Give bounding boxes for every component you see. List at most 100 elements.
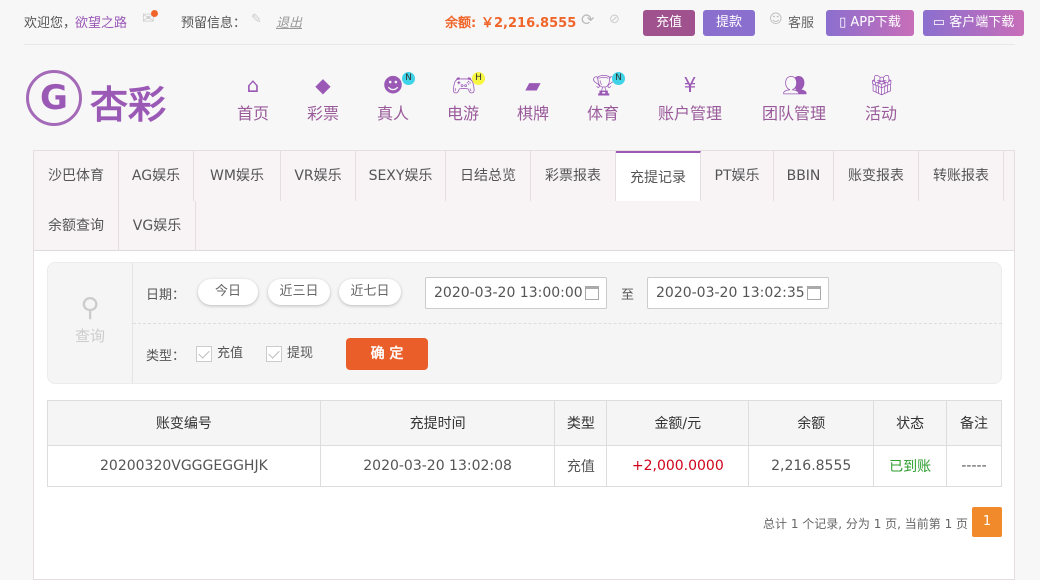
seven-days-button[interactable]: 近七日 [339, 279, 401, 305]
table-row: 20200320VGGGEGGHJK 2020-03-20 13:02:08 充值 +… [47, 445, 1002, 487]
ticket-icon: ◆ [315, 73, 331, 97]
nav-item-7[interactable]: 👥︎ 团队管理 [760, 74, 828, 124]
team-icon: 👥︎ [782, 73, 808, 97]
refresh-icon[interactable]: ⟳ [581, 10, 594, 29]
withdraw-checkbox-label: 提现 [287, 346, 314, 361]
deposit-button[interactable]: 充值 [643, 10, 695, 36]
nav-label: 棋牌 [516, 104, 549, 123]
main-panel: 沙巴体育 AG娱乐 WM娱乐 VR娱乐 SEXY娱乐 日结总览 彩票报表 充提记录 PT娱乐 BB… [33, 150, 1015, 580]
logo[interactable]: G 杏彩 [26, 70, 176, 128]
nav-label: 体育 [586, 104, 619, 123]
phone-icon: ▯ [839, 15, 851, 30]
tab-7[interactable]: 充提记录 [616, 151, 701, 201]
column-header: 状态 [873, 400, 948, 446]
dealer-icon: ☻ N [381, 72, 415, 96]
tab-0[interactable]: 沙巴体育 [34, 151, 119, 201]
search-label-block: ⚲ 查询 [48, 263, 133, 383]
logo-emblem-icon: G [26, 70, 82, 126]
start-date-value: 2020-03-20 13:00:00 [434, 285, 583, 301]
home-icon: ⌂ [246, 73, 260, 97]
tab-8[interactable]: PT娱乐 [701, 151, 774, 201]
balance-value: ￥2,216.8555 [481, 16, 577, 31]
column-header: 备注 [946, 400, 1002, 446]
nav-badge: N [612, 72, 625, 85]
reserved-info-label: 预留信息： [181, 16, 247, 31]
deposit-checkbox[interactable]: 充值 [196, 342, 243, 362]
tab-11[interactable]: 转账报表 [919, 151, 1004, 201]
nav-label: 电游 [446, 104, 479, 123]
end-date-value: 2020-03-20 13:02:35 [656, 285, 805, 301]
nav-label: 活动 [864, 104, 897, 123]
nav-label: 真人 [376, 104, 409, 123]
pagination-summary: 总计 1 个记录, 分为 1 页, 当前第 1 页 [763, 517, 969, 531]
date-label: 日期： [146, 288, 186, 303]
nav-label: 账户管理 [657, 104, 722, 123]
service-icon[interactable]: ☺ [769, 12, 783, 27]
table-cell: ----- [946, 445, 1002, 487]
table-cell: +2,000.0000 [606, 445, 750, 487]
page-1-button[interactable]: 1 [972, 507, 1002, 537]
tab-10[interactable]: 账变报表 [834, 151, 919, 201]
end-date-input[interactable]: 2020-03-20 13:02:35 [647, 277, 829, 309]
tab-6[interactable]: 彩票报表 [531, 151, 616, 201]
column-header: 账变编号 [47, 400, 321, 446]
search-label: 查询 [74, 327, 105, 345]
tab-1[interactable]: AG娱乐 [119, 151, 194, 201]
nav-item-2[interactable]: ☻ N 真人 [376, 72, 415, 124]
checkbox-icon [196, 345, 212, 362]
tab-4[interactable]: SEXY娱乐 [356, 151, 446, 201]
logout-link[interactable]: 退出 [276, 12, 302, 31]
calendar-icon[interactable] [807, 286, 821, 300]
gamepad-icon: 🎮︎ H [451, 72, 485, 96]
service-link[interactable]: 客服 [788, 12, 814, 31]
logo-text: 杏彩 [90, 82, 167, 127]
table-cell: 2020-03-20 13:02:08 [319, 445, 556, 487]
records-table: 账变编号 充提时间 类型 金额/元 余额 状态 备注 20200320VGGGEGGHJK 2… [47, 400, 1002, 487]
tab-13[interactable]: VG娱乐 [119, 201, 196, 251]
client-download-button[interactable]: ▭ 客户端下载 [923, 10, 1024, 36]
tab-5[interactable]: 日结总览 [446, 151, 531, 201]
search-panel: ⚲ 查询 日期： 今日 近三日 近七日 2020-03-20 13:00:00 … [47, 262, 1002, 384]
app-download-label: APP下载 [850, 15, 901, 30]
nav-item-4[interactable]: ▰ 棋牌 [516, 74, 550, 124]
monitor-icon: ▭ [932, 15, 950, 30]
username-link[interactable]: 欲望之路 [75, 12, 127, 31]
column-header: 金额/元 [606, 400, 750, 446]
nav-item-3[interactable]: 🎮︎ H 电游 [446, 72, 485, 124]
welcome-text: 欢迎您， [24, 16, 77, 31]
nav-item-8[interactable]: 🎁︎ 活动 [864, 74, 898, 124]
mail-icon[interactable]: ✉ [142, 9, 158, 27]
table-cell: 已到账 [873, 445, 948, 487]
three-days-button[interactable]: 近三日 [268, 279, 330, 305]
nav-badge: N [402, 72, 415, 85]
tab-3[interactable]: VR娱乐 [281, 151, 356, 201]
confirm-button[interactable]: 确 定 [346, 338, 428, 370]
edit-icon[interactable]: ✎ [251, 12, 262, 27]
column-header: 类型 [554, 400, 608, 446]
nav-item-0[interactable]: ⌂ 首页 [236, 74, 270, 124]
tab-12[interactable]: 余额查询 [34, 201, 119, 251]
top-bar: 欢迎您， 欲望之路 ✉ 预留信息： ✎ 退出 余额: ￥2,216.8555 ⟳… [24, 0, 1024, 45]
table-cell: 2,216.8555 [748, 445, 875, 487]
app-download-button[interactable]: ▯ APP下载 [826, 10, 914, 36]
today-button[interactable]: 今日 [198, 279, 258, 305]
nav-item-1[interactable]: ◆ 彩票 [306, 74, 340, 124]
start-date-input[interactable]: 2020-03-20 13:00:00 [425, 277, 607, 309]
cards-icon: ▰ [525, 73, 541, 97]
table-cell: 20200320VGGGEGGHJK [47, 445, 321, 487]
client-download-label: 客户端下载 [949, 15, 1015, 30]
tab-2[interactable]: WM娱乐 [194, 151, 281, 201]
calendar-icon[interactable] [585, 286, 599, 300]
column-header: 充提时间 [319, 400, 556, 446]
hide-eye-icon[interactable]: ⊘ [609, 12, 620, 27]
nav-item-6[interactable]: ¥ 账户管理 [656, 74, 724, 124]
column-header: 余额 [748, 400, 875, 446]
nav-item-5[interactable]: 🏆︎ N 体育 [586, 72, 625, 124]
gift-icon: 🎁︎ [869, 73, 895, 97]
tab-9[interactable]: BBIN [774, 151, 834, 201]
to-label: 至 [621, 288, 635, 303]
yen-icon: ¥ [683, 73, 697, 97]
withdraw-button[interactable]: 提款 [703, 10, 755, 36]
type-label: 类型： [146, 349, 186, 364]
withdraw-checkbox[interactable]: 提现 [266, 342, 313, 362]
